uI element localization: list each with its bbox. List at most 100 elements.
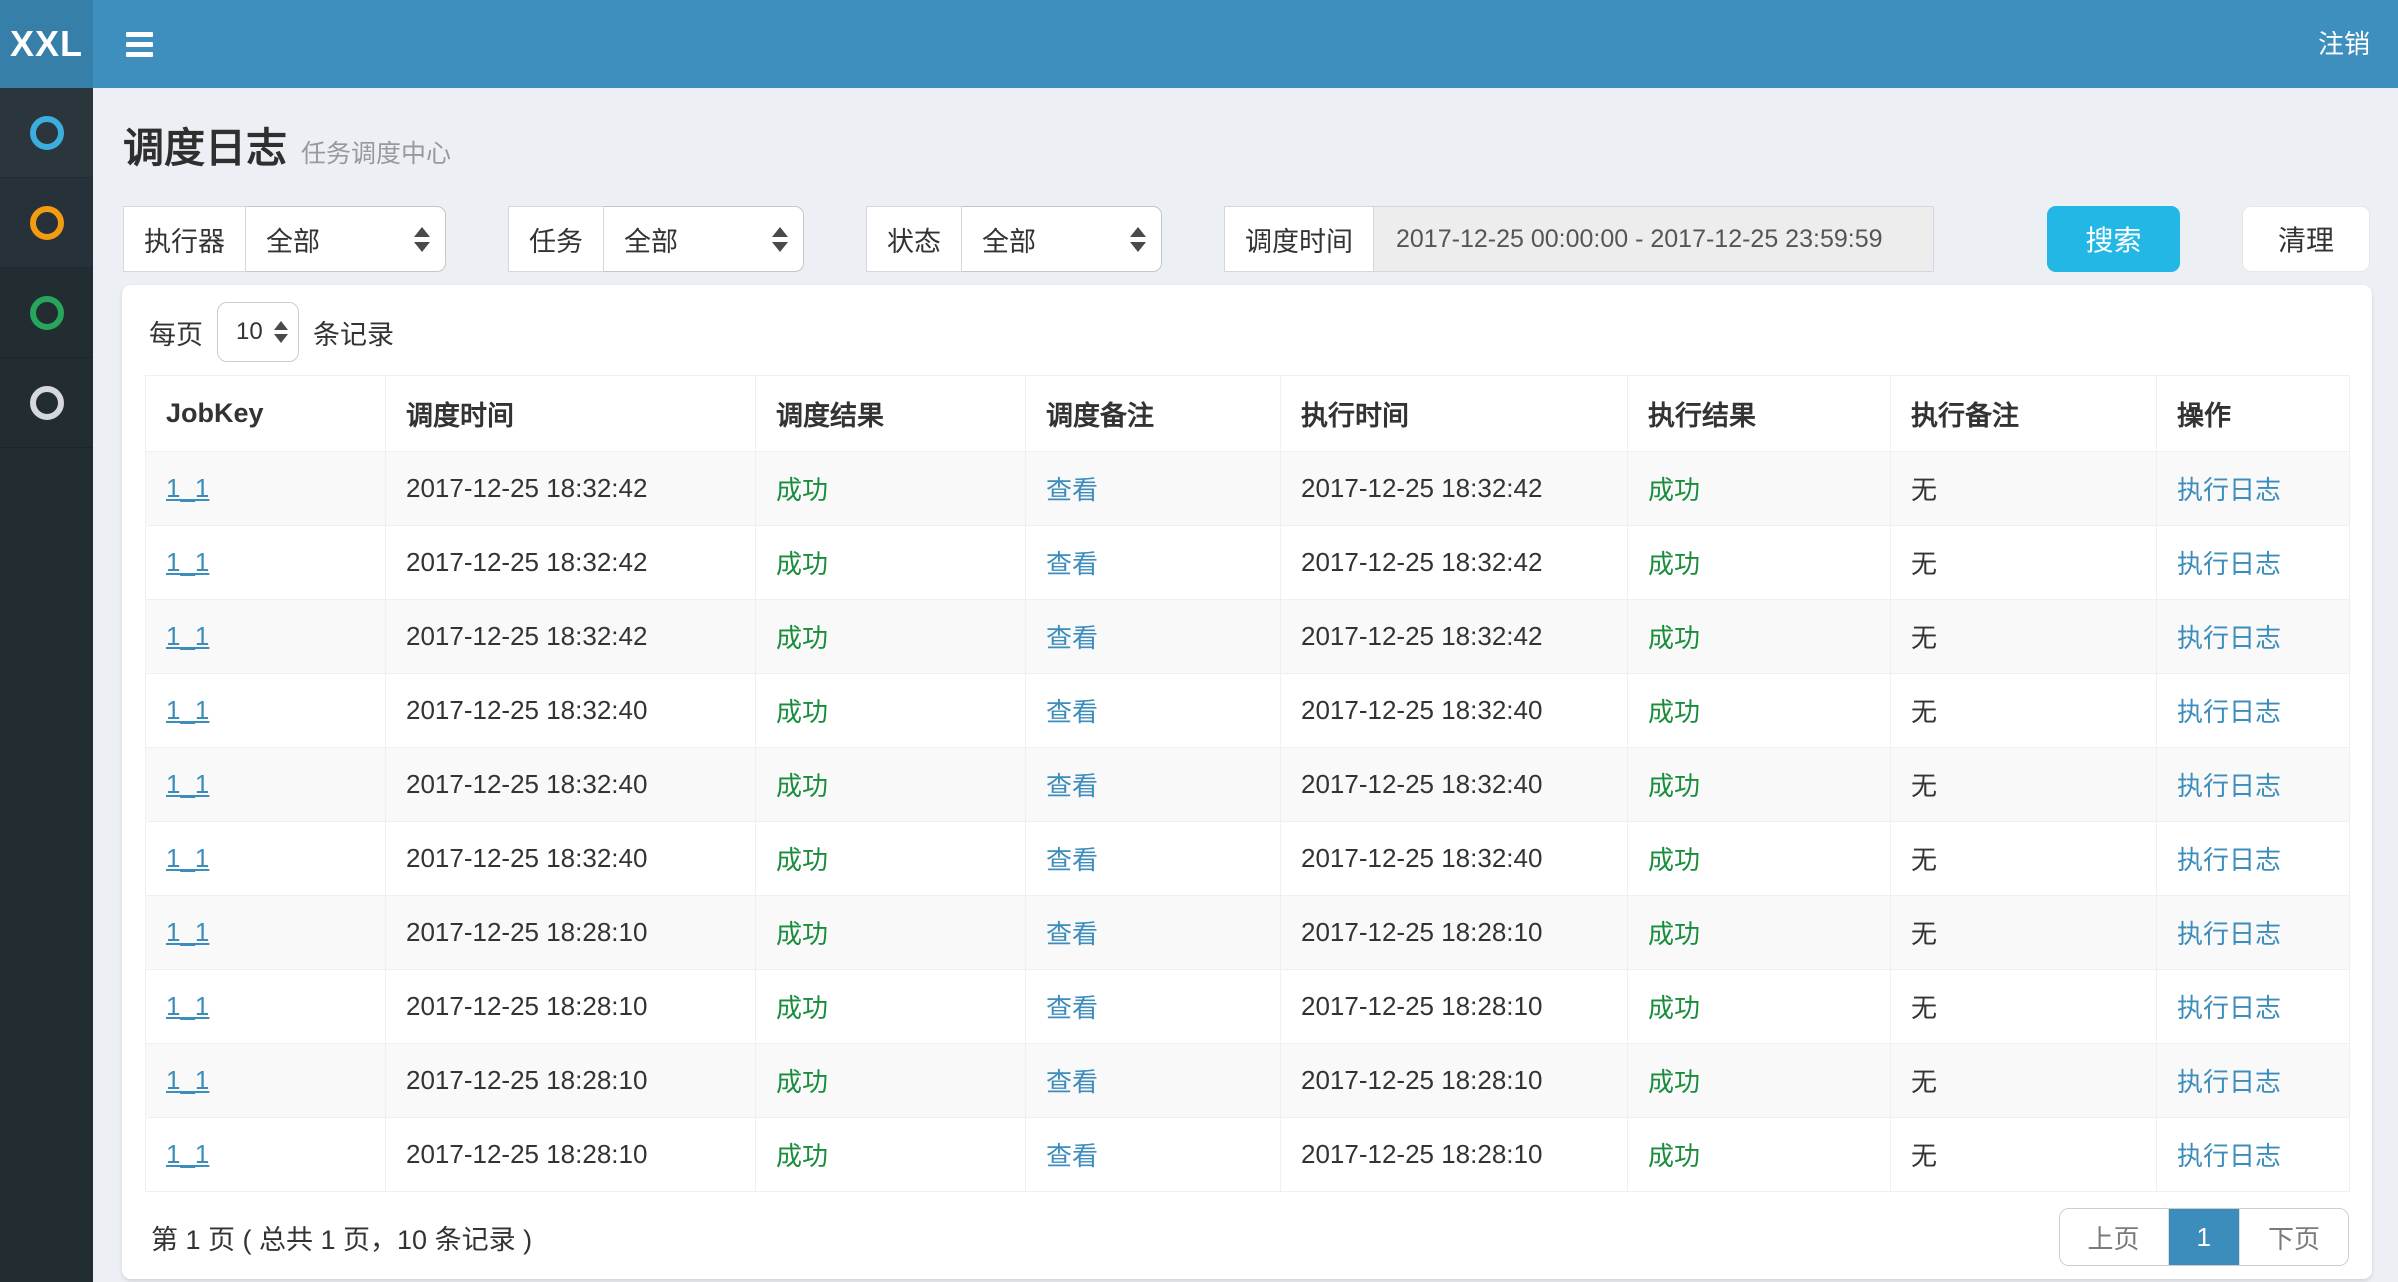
executor-select-value: 全部 (266, 220, 320, 259)
trigger-result-text: 成功 (776, 993, 828, 1023)
page-title: 调度日志 (123, 114, 287, 174)
clear-log-button[interactable]: 清理 (2242, 206, 2370, 272)
handle-time-cell: 2017-12-25 18:32:40 (1281, 822, 1628, 896)
sidebar-item-2[interactable] (0, 178, 93, 268)
execution-log-link[interactable]: 执行日志 (2177, 993, 2281, 1023)
execution-log-link[interactable]: 执行日志 (2177, 697, 2281, 727)
select-stepper-icon (414, 227, 430, 252)
table-row: 1_1 2017-12-25 18:28:10 成功 查看 2017-12-25… (146, 1044, 2350, 1118)
handle-msg-cell: 无 (1891, 526, 2157, 600)
handle-result-text: 成功 (1648, 993, 1700, 1023)
sidebar-toggle-button[interactable] (93, 0, 185, 88)
handle-result-text: 成功 (1648, 1067, 1700, 1097)
log-panel: 每页 10 条记录 JobKey 调度时间 调度结果 调度备注 执行时间 执行结… (122, 285, 2372, 1279)
col-header-trigger-time: 调度时间 (386, 376, 756, 452)
job-filter-group: 任务 全部 (508, 206, 804, 272)
handle-time-cell: 2017-12-25 18:32:42 (1281, 600, 1628, 674)
handle-time-cell: 2017-12-25 18:28:10 (1281, 896, 1628, 970)
execution-log-link[interactable]: 执行日志 (2177, 623, 2281, 653)
execution-log-link[interactable]: 执行日志 (2177, 1067, 2281, 1097)
trigger-msg-link[interactable]: 查看 (1046, 1067, 1098, 1097)
jobkey-link[interactable]: 1_1 (166, 769, 209, 799)
logout-link[interactable]: 注销 (2304, 0, 2384, 88)
per-page-select-value: 10 (236, 318, 263, 346)
trigger-result-text: 成功 (776, 919, 828, 949)
search-button[interactable]: 搜索 (2047, 206, 2180, 272)
trigger-time-cell: 2017-12-25 18:28:10 (386, 1118, 756, 1192)
trigger-msg-link[interactable]: 查看 (1046, 697, 1098, 727)
col-header-handle-result: 执行结果 (1628, 376, 1891, 452)
prev-page-button[interactable]: 上页 (2060, 1209, 2168, 1265)
trigger-msg-link[interactable]: 查看 (1046, 771, 1098, 801)
job-select-value: 全部 (624, 220, 678, 259)
handle-result-text: 成功 (1648, 475, 1700, 505)
trigger-time-cell: 2017-12-25 18:32:42 (386, 452, 756, 526)
handle-msg-cell: 无 (1891, 600, 2157, 674)
col-header-jobkey: JobKey (146, 376, 386, 452)
handle-result-text: 成功 (1648, 919, 1700, 949)
trigger-result-text: 成功 (776, 1067, 828, 1097)
status-select[interactable]: 全部 (962, 206, 1162, 272)
jobkey-link[interactable]: 1_1 (166, 1065, 209, 1095)
next-page-button[interactable]: 下页 (2239, 1209, 2348, 1265)
trigger-msg-link[interactable]: 查看 (1046, 623, 1098, 653)
log-table-body: 1_1 2017-12-25 18:32:42 成功 查看 2017-12-25… (146, 452, 2350, 1192)
sidebar-item-4[interactable] (0, 358, 93, 448)
jobkey-link[interactable]: 1_1 (166, 991, 209, 1021)
trigger-result-text: 成功 (776, 623, 828, 653)
trigger-msg-link[interactable]: 查看 (1046, 475, 1098, 505)
col-header-handle-msg: 执行备注 (1891, 376, 2157, 452)
trigger-result-text: 成功 (776, 1141, 828, 1171)
table-row: 1_1 2017-12-25 18:32:42 成功 查看 2017-12-25… (146, 600, 2350, 674)
executor-select[interactable]: 全部 (246, 206, 446, 272)
table-header-row: JobKey 调度时间 调度结果 调度备注 执行时间 执行结果 执行备注 操作 (146, 376, 2350, 452)
trigger-msg-link[interactable]: 查看 (1046, 993, 1098, 1023)
per-page-select[interactable]: 10 (217, 302, 299, 362)
table-footer: 第 1 页 ( 总共 1 页，10 条记录 ) 上页 1 下页 (145, 1208, 2349, 1266)
col-header-trigger-msg: 调度备注 (1026, 376, 1281, 452)
execution-log-link[interactable]: 执行日志 (2177, 771, 2281, 801)
handle-time-cell: 2017-12-25 18:32:40 (1281, 748, 1628, 822)
trigger-result-text: 成功 (776, 697, 828, 727)
current-page-button[interactable]: 1 (2168, 1209, 2239, 1265)
execution-log-link[interactable]: 执行日志 (2177, 1141, 2281, 1171)
jobkey-link[interactable]: 1_1 (166, 843, 209, 873)
trigger-time-filter-group: 调度时间 (1224, 206, 1934, 272)
jobkey-link[interactable]: 1_1 (166, 473, 209, 503)
jobkey-link[interactable]: 1_1 (166, 547, 209, 577)
jobkey-link[interactable]: 1_1 (166, 695, 209, 725)
execution-log-link[interactable]: 执行日志 (2177, 845, 2281, 875)
handle-time-cell: 2017-12-25 18:32:42 (1281, 452, 1628, 526)
sidebar-item-3[interactable] (0, 268, 93, 358)
trigger-msg-link[interactable]: 查看 (1046, 845, 1098, 875)
trigger-time-cell: 2017-12-25 18:32:40 (386, 674, 756, 748)
trigger-time-cell: 2017-12-25 18:28:10 (386, 970, 756, 1044)
handle-time-cell: 2017-12-25 18:32:42 (1281, 526, 1628, 600)
execution-log-link[interactable]: 执行日志 (2177, 549, 2281, 579)
handle-msg-cell: 无 (1891, 1044, 2157, 1118)
handle-time-cell: 2017-12-25 18:32:40 (1281, 674, 1628, 748)
pagination: 上页 1 下页 (2059, 1208, 2350, 1266)
handle-msg-cell: 无 (1891, 452, 2157, 526)
sidebar (0, 88, 93, 1282)
sidebar-item-1[interactable] (0, 88, 93, 178)
jobkey-link[interactable]: 1_1 (166, 621, 209, 651)
main-content: 调度日志 任务调度中心 执行器 全部 任务 全部 状态 全部 (93, 88, 2398, 1282)
select-stepper-icon (274, 321, 288, 343)
job-select[interactable]: 全部 (604, 206, 804, 272)
jobkey-link[interactable]: 1_1 (166, 917, 209, 947)
trigger-msg-link[interactable]: 查看 (1046, 549, 1098, 579)
handle-time-cell: 2017-12-25 18:28:10 (1281, 1118, 1628, 1192)
handle-msg-cell: 无 (1891, 1118, 2157, 1192)
trigger-time-range-input[interactable] (1374, 206, 1934, 272)
trigger-msg-link[interactable]: 查看 (1046, 1141, 1098, 1171)
trigger-time-cell: 2017-12-25 18:28:10 (386, 1044, 756, 1118)
col-header-trigger-result: 调度结果 (756, 376, 1026, 452)
trigger-msg-link[interactable]: 查看 (1046, 919, 1098, 949)
execution-log-link[interactable]: 执行日志 (2177, 475, 2281, 505)
execution-log-link[interactable]: 执行日志 (2177, 919, 2281, 949)
handle-result-text: 成功 (1648, 771, 1700, 801)
trigger-time-filter-label: 调度时间 (1224, 206, 1374, 272)
jobkey-link[interactable]: 1_1 (166, 1139, 209, 1169)
trigger-result-text: 成功 (776, 549, 828, 579)
